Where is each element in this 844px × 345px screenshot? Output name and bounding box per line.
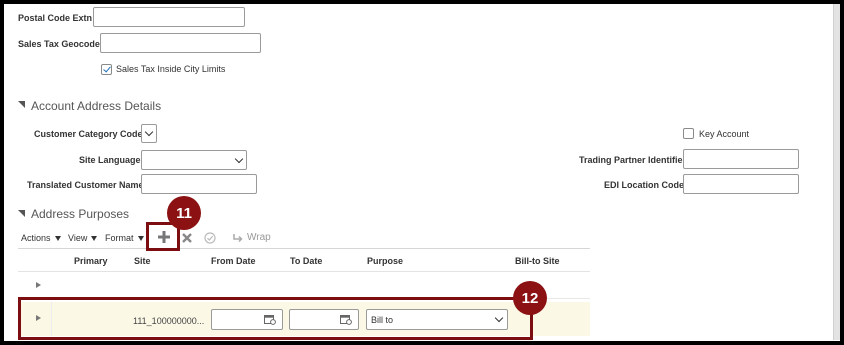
address-purposes-title: Address Purposes: [31, 207, 130, 221]
column-header-to-date[interactable]: To Date: [290, 256, 322, 266]
collapse-triangle-icon[interactable]: [18, 101, 25, 108]
view-menu[interactable]: View: [68, 233, 98, 243]
translated-customer-name-input[interactable]: [141, 174, 257, 194]
site-language-label: Site Language: [79, 155, 141, 165]
caret-down-icon: [54, 235, 61, 241]
translated-customer-name-label: Translated Customer Name: [27, 180, 144, 190]
key-account-checkbox[interactable]: [683, 128, 694, 139]
key-account-label: Key Account: [699, 129, 750, 139]
sales-tax-inside-city-limits-label: Sales Tax Inside City Limits: [116, 64, 226, 74]
close-icon: [182, 233, 192, 243]
actions-menu[interactable]: Actions: [21, 233, 61, 243]
sales-tax-inside-city-limits-checkbox[interactable]: [101, 64, 112, 75]
delete-button[interactable]: [181, 231, 193, 243]
wrap-label: Wrap: [247, 232, 271, 243]
caret-down-icon: [91, 235, 98, 241]
edi-location-code-input[interactable]: [683, 174, 799, 194]
site-language-select[interactable]: [141, 150, 247, 170]
row-expand-icon[interactable]: [36, 282, 41, 288]
customer-category-code-select[interactable]: [141, 124, 157, 143]
sales-tax-geocode-input[interactable]: [100, 33, 261, 53]
postal-code-extn-input[interactable]: [93, 7, 245, 27]
caret-down-icon: [137, 235, 144, 241]
check-circle-icon: [204, 232, 216, 244]
column-header-primary[interactable]: Primary: [74, 256, 108, 266]
trading-partner-identifier-input[interactable]: [683, 149, 799, 169]
sales-tax-geocode-label: Sales Tax Geocode: [18, 39, 100, 49]
postal-code-extn-label: Postal Code Extn: [18, 13, 93, 23]
format-menu-label: Format: [105, 233, 134, 243]
vertical-scrollbar[interactable]: [833, 4, 840, 340]
customer-category-code-label: Customer Category Code: [34, 129, 143, 139]
callout-badge-11: 11: [167, 196, 201, 230]
column-header-from-date[interactable]: From Date: [211, 256, 256, 266]
chevron-down-icon: [234, 154, 244, 163]
actions-menu-label: Actions: [21, 233, 51, 243]
edi-location-code-label: EDI Location Code: [604, 180, 685, 190]
new-row-highlight: [18, 297, 533, 340]
view-menu-label: View: [68, 233, 88, 243]
table-header-border: [18, 248, 590, 249]
table-row[interactable]: [18, 272, 590, 298]
trading-partner-identifier-label: Trading Partner Identifier: [579, 155, 687, 165]
confirm-button[interactable]: [204, 231, 216, 244]
account-address-details-title: Account Address Details: [31, 99, 162, 113]
wrap-button[interactable]: Wrap: [232, 232, 271, 243]
collapse-triangle-icon[interactable]: [18, 210, 25, 217]
callout-badge-12: 12: [513, 281, 547, 315]
column-header-purpose[interactable]: Purpose: [367, 256, 403, 266]
format-menu[interactable]: Format: [105, 233, 144, 243]
column-header-site[interactable]: Site: [134, 256, 151, 266]
chevron-down-icon: [144, 127, 154, 137]
wrap-icon: [233, 233, 243, 242]
column-header-bill-to-site[interactable]: Bill-to Site: [515, 256, 560, 266]
